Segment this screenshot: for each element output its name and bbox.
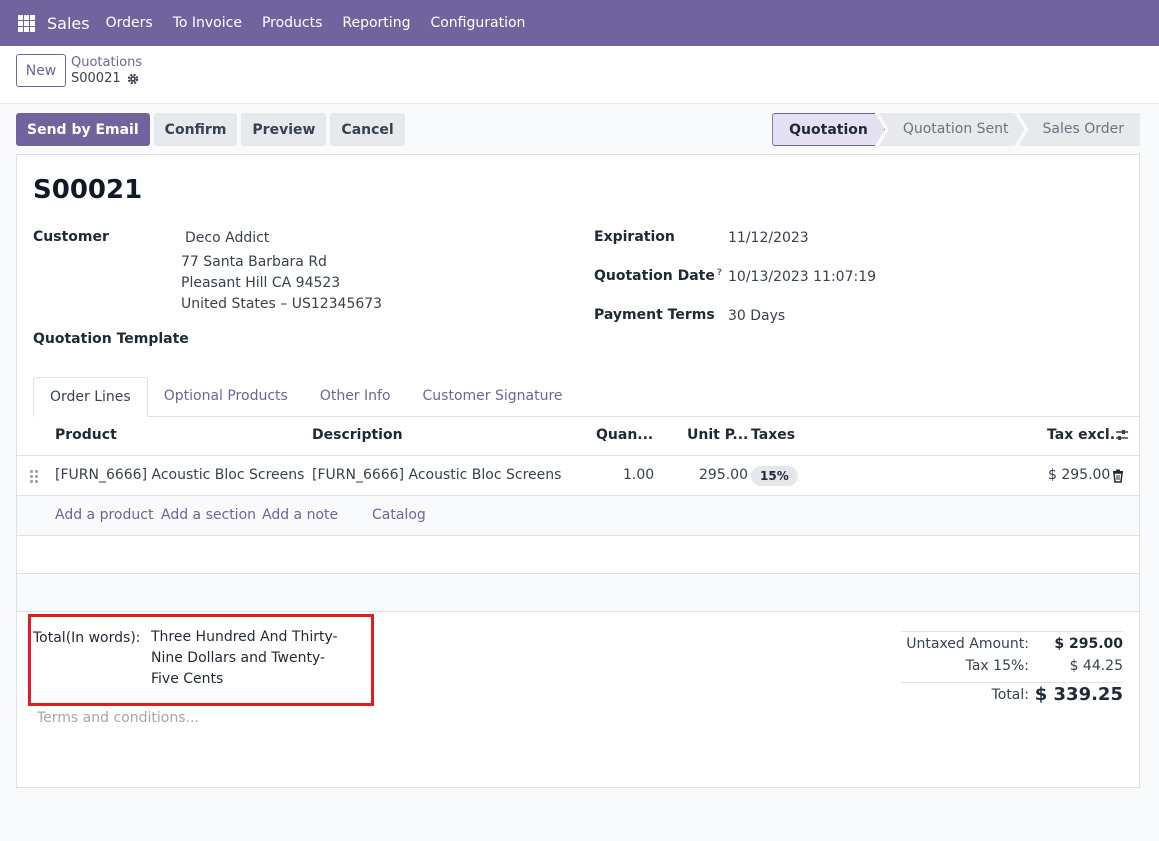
breadcrumb-current-record: S00021	[71, 71, 121, 86]
tax-badge[interactable]: 15%	[751, 466, 798, 486]
terms-and-conditions-field[interactable]: Terms and conditions...	[37, 710, 199, 726]
cancel-button[interactable]: Cancel	[330, 113, 405, 146]
nav-to-invoice[interactable]: To Invoice	[173, 15, 242, 31]
customer-field[interactable]: Deco Addict	[185, 230, 269, 246]
breadcrumb-quotations[interactable]: Quotations	[71, 55, 142, 70]
table-header: Product Description Quan... Unit P... Ta…	[17, 416, 1139, 456]
tab-order-lines[interactable]: Order Lines	[33, 377, 148, 417]
empty-row	[17, 536, 1139, 574]
tab-other-info[interactable]: Other Info	[304, 377, 407, 417]
confirm-button[interactable]: Confirm	[153, 113, 238, 146]
customer-address-line2: Pleasant Hill CA 94523	[181, 275, 341, 291]
table-row[interactable]: [FURN_6666] Acoustic Bloc Screens [FURN_…	[17, 456, 1139, 496]
app-brand[interactable]: Sales	[47, 14, 90, 33]
add-line-row: Add a product Add a section Add a note C…	[17, 496, 1139, 536]
quotation-date-field[interactable]: 10/13/2023 11:07:19	[728, 269, 876, 285]
nav-orders[interactable]: Orders	[106, 15, 153, 31]
column-header-tax-excl[interactable]: Tax excl.	[1047, 427, 1115, 443]
quotation-template-label: Quotation Template	[33, 331, 189, 347]
cell-product[interactable]: [FURN_6666] Acoustic Bloc Screens	[55, 467, 304, 483]
payment-terms-field[interactable]: 30 Days	[728, 308, 785, 324]
total-in-words-value: Three Hundred And Thirty-Nine Dollars an…	[151, 629, 338, 687]
untaxed-label: Untaxed Amount:	[906, 636, 1029, 652]
breadcrumb: S00021	[71, 71, 139, 86]
order-lines-table: Product Description Quan... Unit P... Ta…	[17, 416, 1139, 612]
record-title: S00021	[33, 175, 143, 205]
column-header-unit-price[interactable]: Unit P...	[687, 427, 748, 443]
stage-quotation[interactable]: Quotation	[772, 113, 885, 146]
tax-row: Tax 15%: $ 44.25	[901, 658, 1123, 680]
send-by-email-button[interactable]: Send by Email	[16, 113, 150, 146]
stage-quotation-sent[interactable]: Quotation Sent	[879, 113, 1025, 146]
action-bar: Send by Email Confirm Preview Cancel	[16, 113, 405, 146]
column-header-taxes[interactable]: Taxes	[751, 427, 795, 443]
notebook-tabs: Order Lines Optional Products Other Info…	[33, 377, 1139, 417]
add-note-link[interactable]: Add a note	[262, 507, 338, 523]
column-settings-icon[interactable]	[1115, 428, 1129, 446]
tax-label: Tax 15%:	[965, 658, 1029, 674]
cell-quantity[interactable]: 1.00	[623, 467, 654, 483]
column-header-description[interactable]: Description	[312, 427, 403, 443]
total-label: Total:	[991, 687, 1029, 703]
nav-configuration[interactable]: Configuration	[430, 15, 525, 31]
gear-icon[interactable]	[127, 73, 139, 85]
total-in-words-label: Total(In words):	[33, 630, 141, 646]
form-sheet: S00021 Customer Deco Addict 77 Santa Bar…	[16, 154, 1140, 788]
expiration-field[interactable]: 11/12/2023	[728, 230, 809, 246]
customer-address-line1: 77 Santa Barbara Rd	[181, 254, 327, 270]
empty-row	[17, 574, 1139, 612]
control-panel: New Quotations S00021	[0, 46, 1159, 104]
tax-value: $ 44.25	[1069, 658, 1123, 674]
nav-products[interactable]: Products	[262, 15, 322, 31]
customer-label: Customer	[33, 229, 109, 245]
cell-subtotal: $ 295.00	[1048, 467, 1111, 483]
help-icon[interactable]: ?	[717, 268, 722, 278]
cell-description[interactable]: [FURN_6666] Acoustic Bloc Screens	[312, 467, 561, 483]
tab-customer-signature[interactable]: Customer Signature	[407, 377, 579, 417]
stage-sales-order[interactable]: Sales Order	[1018, 113, 1140, 146]
tab-optional-products[interactable]: Optional Products	[148, 377, 304, 417]
new-button[interactable]: New	[16, 54, 66, 87]
expiration-label: Expiration	[594, 229, 675, 245]
quotation-date-label-text: Quotation Date	[594, 268, 715, 284]
top-navbar: Sales Orders To Invoice Products Reporti…	[0, 0, 1159, 46]
column-header-product[interactable]: Product	[55, 427, 117, 443]
drag-handle-icon[interactable]	[30, 470, 38, 483]
catalog-button[interactable]: Catalog	[372, 507, 426, 523]
payment-terms-label: Payment Terms	[594, 307, 715, 323]
status-bar: Quotation Quotation Sent Sales Order	[772, 113, 1140, 146]
preview-button[interactable]: Preview	[241, 113, 327, 146]
totals-summary: Untaxed Amount: $ 295.00 Tax 15%: $ 44.2…	[901, 631, 1123, 710]
apps-grid-icon[interactable]	[18, 14, 35, 32]
total-row: Total: $ 339.25	[901, 682, 1123, 710]
add-product-link[interactable]: Add a product	[55, 507, 153, 523]
customer-address-line3: United States – US12345673	[181, 296, 383, 312]
quotation-date-label: Quotation Date?	[594, 268, 722, 284]
untaxed-value: $ 295.00	[1054, 636, 1123, 652]
cell-unit-price[interactable]: 295.00	[699, 467, 748, 483]
column-header-quantity[interactable]: Quan...	[596, 427, 653, 443]
add-section-link[interactable]: Add a section	[161, 507, 256, 523]
nav-reporting[interactable]: Reporting	[342, 15, 410, 31]
trash-icon[interactable]	[1112, 469, 1124, 487]
untaxed-row: Untaxed Amount: $ 295.00	[901, 636, 1123, 658]
total-value: $ 339.25	[1034, 684, 1123, 705]
